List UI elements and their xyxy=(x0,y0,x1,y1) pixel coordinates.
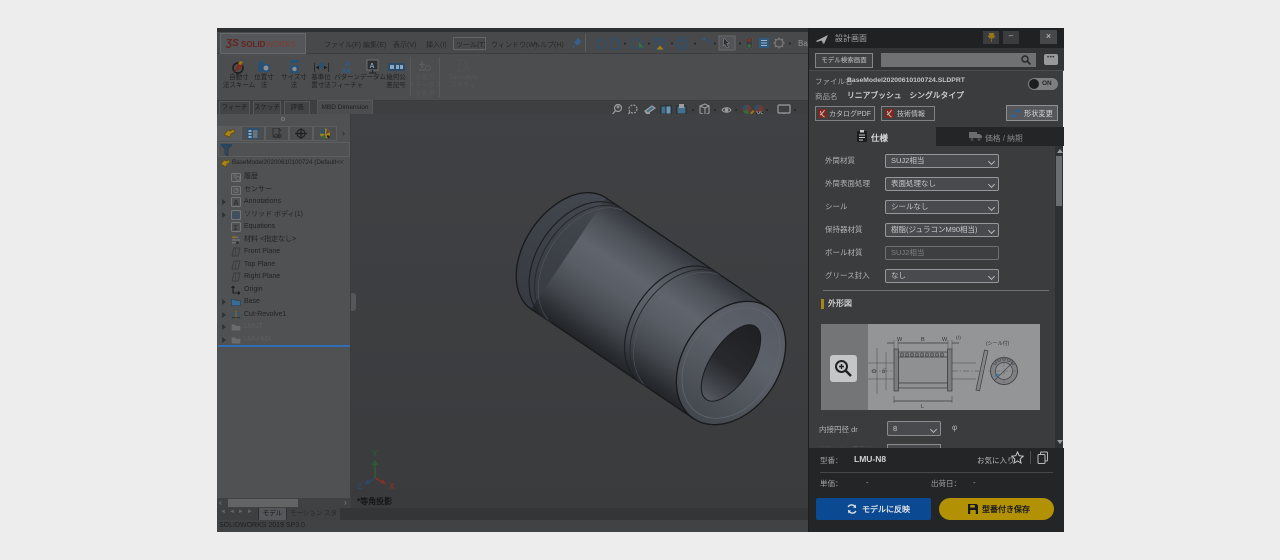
svg-text:B: B xyxy=(921,337,925,343)
svg-text:D: D xyxy=(872,369,878,373)
svg-text:X: X xyxy=(389,482,395,491)
svg-text:A: A xyxy=(370,63,375,70)
svg-text:(r): (r) xyxy=(956,335,961,341)
svg-text:W: W xyxy=(942,337,948,343)
svg-text:Y: Y xyxy=(372,449,378,458)
svg-text:A: A xyxy=(234,200,239,207)
svg-text:Z: Z xyxy=(357,482,362,491)
svg-text:(シール付): (シール付) xyxy=(986,340,1010,347)
svg-text:D₁: D₁ xyxy=(881,368,887,373)
svg-text:W: W xyxy=(897,337,903,343)
svg-text:L: L xyxy=(921,404,924,410)
svg-text:Σ: Σ xyxy=(234,223,239,232)
svg-text:AA: AA xyxy=(341,68,351,73)
svg-text:A: A xyxy=(345,61,350,68)
